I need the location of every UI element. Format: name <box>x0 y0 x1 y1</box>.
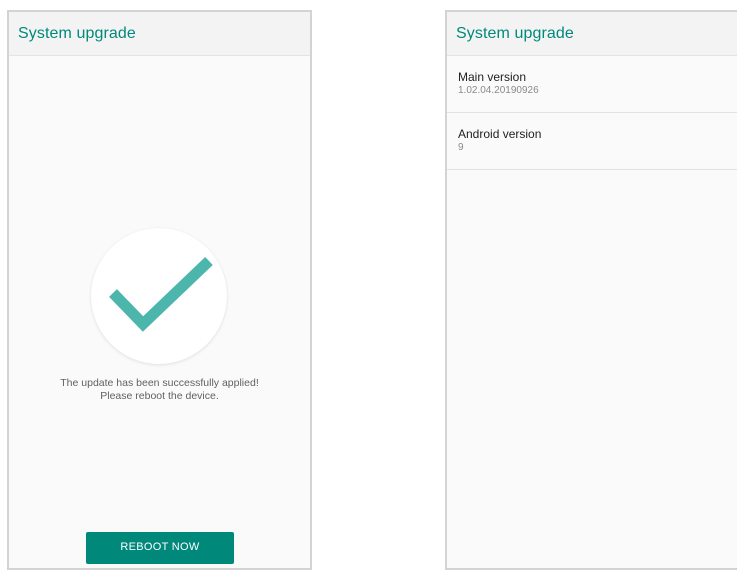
android-version-item[interactable]: Android version 9 <box>447 113 737 170</box>
pref-title: Main version <box>458 70 527 84</box>
reboot-now-button[interactable]: REBOOT NOW <box>86 532 234 564</box>
success-badge <box>91 228 227 364</box>
pref-summary: 9 <box>458 142 464 153</box>
check-icon <box>109 257 213 332</box>
upgrade-success-screen: System upgrade The update has been succe… <box>7 10 312 570</box>
main-version-item[interactable]: Main version 1.02.04.20190926 <box>447 56 737 113</box>
version-info-screen: System upgrade Main version 1.02.04.2019… <box>445 10 737 570</box>
app-bar: System upgrade <box>447 12 737 56</box>
app-bar: System upgrade <box>9 12 310 56</box>
app-title: System upgrade <box>18 24 136 42</box>
pref-title: Android version <box>458 127 542 141</box>
pref-summary: 1.02.04.20190926 <box>458 85 539 96</box>
success-message: The update has been successfully applied… <box>60 377 259 389</box>
app-title: System upgrade <box>456 24 574 42</box>
reboot-instruction: Please reboot the device. <box>100 390 219 402</box>
